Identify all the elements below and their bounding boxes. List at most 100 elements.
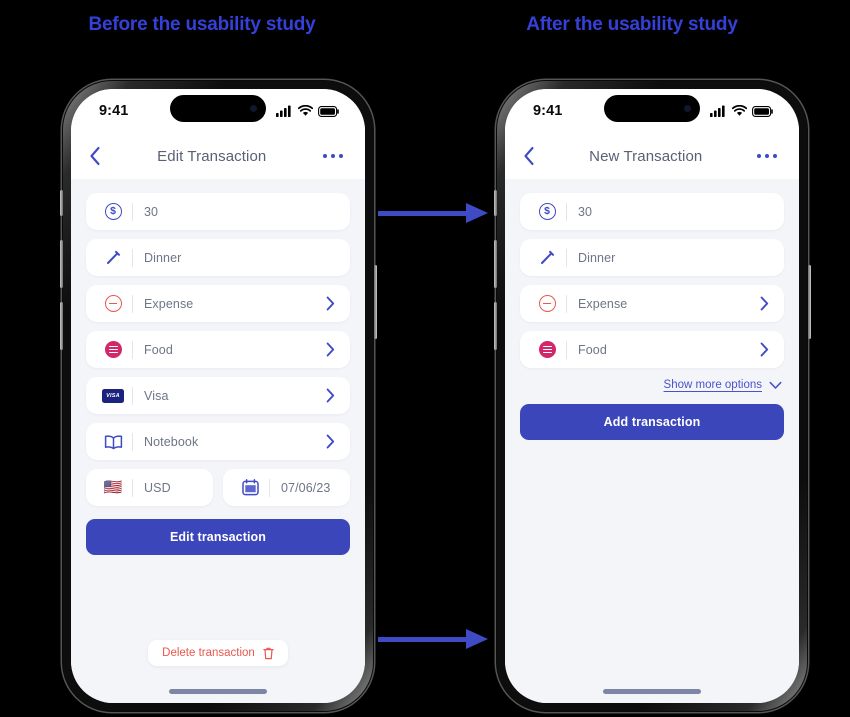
- heading-after: After the usability study: [526, 14, 738, 35]
- field-currency-value: USD: [144, 480, 171, 495]
- volume-down-button[interactable]: [59, 302, 63, 350]
- nav-bar: New Transaction: [505, 133, 799, 179]
- status-indicators: [710, 105, 773, 117]
- chevron-left-icon[interactable]: [89, 146, 101, 166]
- divider: [132, 248, 133, 267]
- trash-icon: [263, 647, 274, 659]
- pencil-icon: [98, 249, 128, 266]
- calendar-icon: [235, 479, 265, 496]
- chevron-down-icon[interactable]: [769, 381, 782, 390]
- show-more-options-link[interactable]: Show more options: [664, 379, 762, 391]
- divider: [132, 386, 133, 405]
- field-account[interactable]: Notebook: [86, 423, 350, 460]
- battery-icon: [318, 105, 339, 117]
- field-note[interactable]: Dinner: [86, 239, 350, 276]
- edit-transaction-button[interactable]: Edit transaction: [86, 519, 350, 555]
- field-note[interactable]: Dinner: [520, 239, 784, 276]
- arrow-top: [378, 203, 488, 223]
- minus-circle-icon: [98, 295, 128, 312]
- notebook-icon: [98, 434, 128, 450]
- more-options-icon[interactable]: [322, 153, 343, 159]
- divider: [566, 248, 567, 267]
- delete-transaction-label: Delete transaction: [162, 647, 255, 659]
- field-note-value: Dinner: [144, 250, 182, 265]
- status-time: 9:41: [533, 103, 563, 119]
- page-title: Edit Transaction: [157, 147, 267, 165]
- field-date[interactable]: 07/06/23: [223, 469, 350, 506]
- field-currency[interactable]: 🇺🇸 USD: [86, 469, 213, 506]
- field-category-value: Food: [144, 342, 173, 357]
- divider: [566, 294, 567, 313]
- form-content: $ 30 Dinner Expense: [71, 179, 365, 703]
- arrow-shaft: [378, 636, 466, 642]
- field-date-value: 07/06/23: [281, 480, 331, 495]
- visa-card-icon: VISA: [98, 388, 128, 403]
- field-payment-method-value: Visa: [144, 388, 169, 403]
- screen-after: 9:41 New Transaction $ 30 Dinner Expense…: [505, 89, 799, 703]
- field-type-value: Expense: [578, 296, 628, 311]
- field-type[interactable]: Expense: [520, 285, 784, 322]
- power-button[interactable]: [807, 265, 811, 339]
- dollar-circle-icon: $: [532, 203, 562, 220]
- nav-bar: Edit Transaction: [71, 133, 365, 179]
- chevron-right-icon[interactable]: [760, 342, 769, 357]
- chevron-right-icon[interactable]: [326, 342, 335, 357]
- silent-switch[interactable]: [493, 190, 497, 216]
- chevron-right-icon[interactable]: [326, 388, 335, 403]
- field-amount[interactable]: $ 30: [520, 193, 784, 230]
- pencil-icon: [532, 249, 562, 266]
- status-bar: 9:41: [71, 89, 365, 133]
- comparison-stage: Before the usability study After the usa…: [0, 0, 850, 717]
- divider: [132, 478, 133, 497]
- field-category[interactable]: Food: [86, 331, 350, 368]
- chevron-left-icon[interactable]: [523, 146, 535, 166]
- us-flag-icon: 🇺🇸: [103, 479, 123, 496]
- heading-before: Before the usability study: [88, 14, 316, 35]
- add-transaction-button[interactable]: Add transaction: [520, 404, 784, 440]
- page-title: New Transaction: [589, 147, 703, 165]
- field-amount-value: 30: [578, 204, 593, 219]
- divider: [132, 432, 133, 451]
- status-bar: 9:41: [505, 89, 799, 133]
- minus-circle-icon: [532, 295, 562, 312]
- divider: [269, 478, 270, 497]
- chevron-right-icon[interactable]: [326, 296, 335, 311]
- arrow-head: [466, 629, 488, 649]
- food-burger-icon: [532, 341, 562, 358]
- field-category[interactable]: Food: [520, 331, 784, 368]
- volume-down-button[interactable]: [493, 302, 497, 350]
- arrow-head: [466, 203, 488, 223]
- screen-before: 9:41 Edit Transaction $ 30 Dinner Expens…: [71, 89, 365, 703]
- field-note-value: Dinner: [578, 250, 616, 265]
- field-type[interactable]: Expense: [86, 285, 350, 322]
- show-more-options-row[interactable]: Show more options: [520, 379, 782, 391]
- delete-transaction-button[interactable]: Delete transaction: [148, 640, 288, 666]
- power-button[interactable]: [373, 265, 377, 339]
- dollar-circle-icon: $: [98, 203, 128, 220]
- divider: [132, 340, 133, 359]
- wifi-icon: [732, 105, 747, 116]
- phone-after: 9:41 New Transaction $ 30 Dinner Expense…: [493, 80, 811, 712]
- home-indicator[interactable]: [169, 689, 267, 694]
- chevron-right-icon[interactable]: [326, 434, 335, 449]
- field-amount-value: 30: [144, 204, 159, 219]
- silent-switch[interactable]: [59, 190, 63, 216]
- divider: [566, 340, 567, 359]
- chevron-right-icon[interactable]: [760, 296, 769, 311]
- divider: [566, 202, 567, 221]
- form-content: $ 30 Dinner Expense: [505, 179, 799, 703]
- front-camera-icon: [684, 105, 691, 112]
- signal-bars-icon: [710, 105, 725, 117]
- more-options-icon[interactable]: [756, 153, 777, 159]
- field-category-value: Food: [578, 342, 607, 357]
- volume-up-button[interactable]: [493, 240, 497, 288]
- divider: [132, 294, 133, 313]
- volume-up-button[interactable]: [59, 240, 63, 288]
- field-amount[interactable]: $ 30: [86, 193, 350, 230]
- field-payment-method[interactable]: VISA Visa: [86, 377, 350, 414]
- field-account-value: Notebook: [144, 434, 199, 449]
- status-indicators: [276, 105, 339, 117]
- wifi-icon: [298, 105, 313, 116]
- food-burger-icon: [98, 341, 128, 358]
- home-indicator[interactable]: [603, 689, 701, 694]
